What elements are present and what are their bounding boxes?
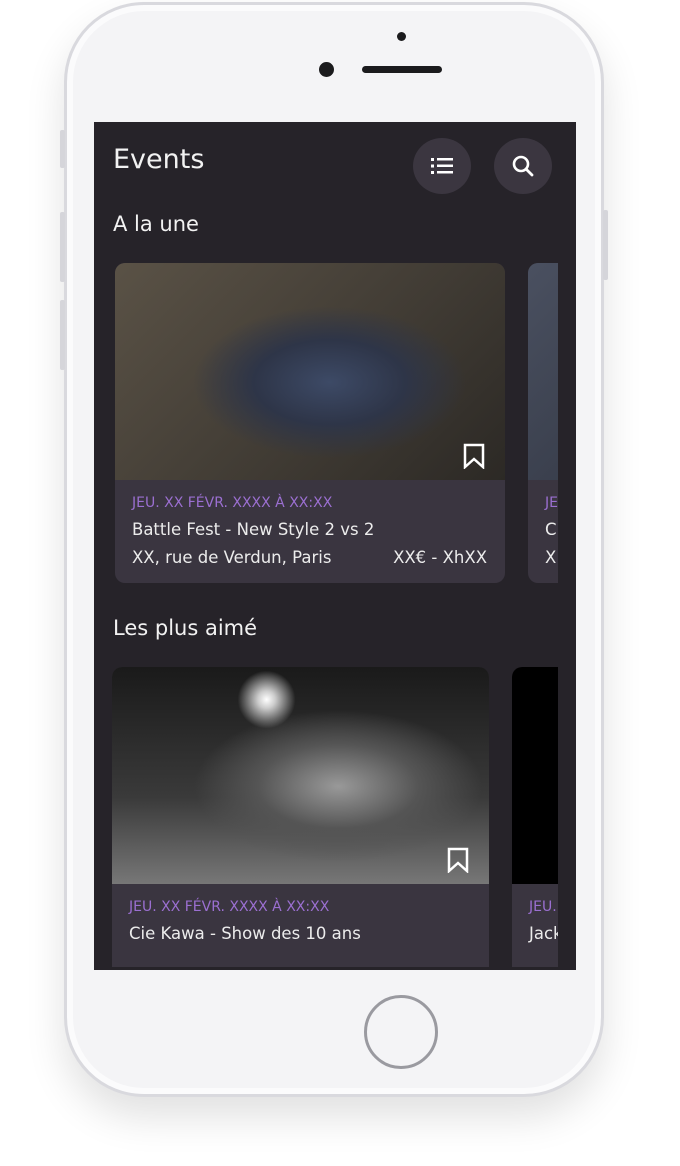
- section-title-most-liked: Les plus aimé: [113, 616, 258, 640]
- volume-up-button: [60, 212, 65, 282]
- event-card[interactable]: JEU. XX FÉVR. XXXX À XX:XX Battle Fest -…: [115, 263, 505, 583]
- bookmark-icon[interactable]: [447, 847, 469, 873]
- list-icon: [431, 158, 453, 174]
- event-image: [115, 263, 505, 480]
- scroll-edge: [558, 667, 576, 970]
- proximity-sensor: [397, 32, 406, 41]
- home-button[interactable]: [364, 995, 438, 1069]
- event-date: JEU.: [529, 899, 557, 915]
- event-date: JE: [545, 495, 558, 511]
- event-name: C: [545, 520, 557, 539]
- event-card[interactable]: JEU. XX FÉVR. XXXX À XX:XX Cie Kawa - Sh…: [112, 667, 489, 967]
- bookmark-icon[interactable]: [463, 443, 485, 469]
- search-button[interactable]: [494, 138, 552, 194]
- power-button: [603, 210, 608, 280]
- volume-down-button: [60, 300, 65, 370]
- event-date: JEU. XX FÉVR. XXXX À XX:XX: [129, 899, 330, 915]
- scroll-edge: [558, 263, 576, 593]
- event-address: XX, rue de Verdun, Paris: [132, 548, 332, 567]
- event-name: Battle Fest - New Style 2 vs 2: [132, 520, 375, 539]
- search-icon: [512, 155, 534, 177]
- mute-switch: [60, 130, 65, 168]
- front-camera: [319, 62, 334, 77]
- section-title-featured: A la une: [113, 212, 199, 236]
- page-title: Events: [113, 144, 205, 175]
- event-name: Cie Kawa - Show des 10 ans: [129, 924, 361, 943]
- app-screen: Events A la une JEU. XX FÉVR. XXXX À XX:…: [94, 122, 576, 970]
- event-address: X: [545, 548, 557, 567]
- event-date: JEU. XX FÉVR. XXXX À XX:XX: [132, 495, 333, 511]
- earpiece-speaker: [362, 66, 442, 73]
- list-view-button[interactable]: [413, 138, 471, 194]
- event-image: [112, 667, 489, 884]
- event-price: XX€ - XhXX: [393, 548, 487, 567]
